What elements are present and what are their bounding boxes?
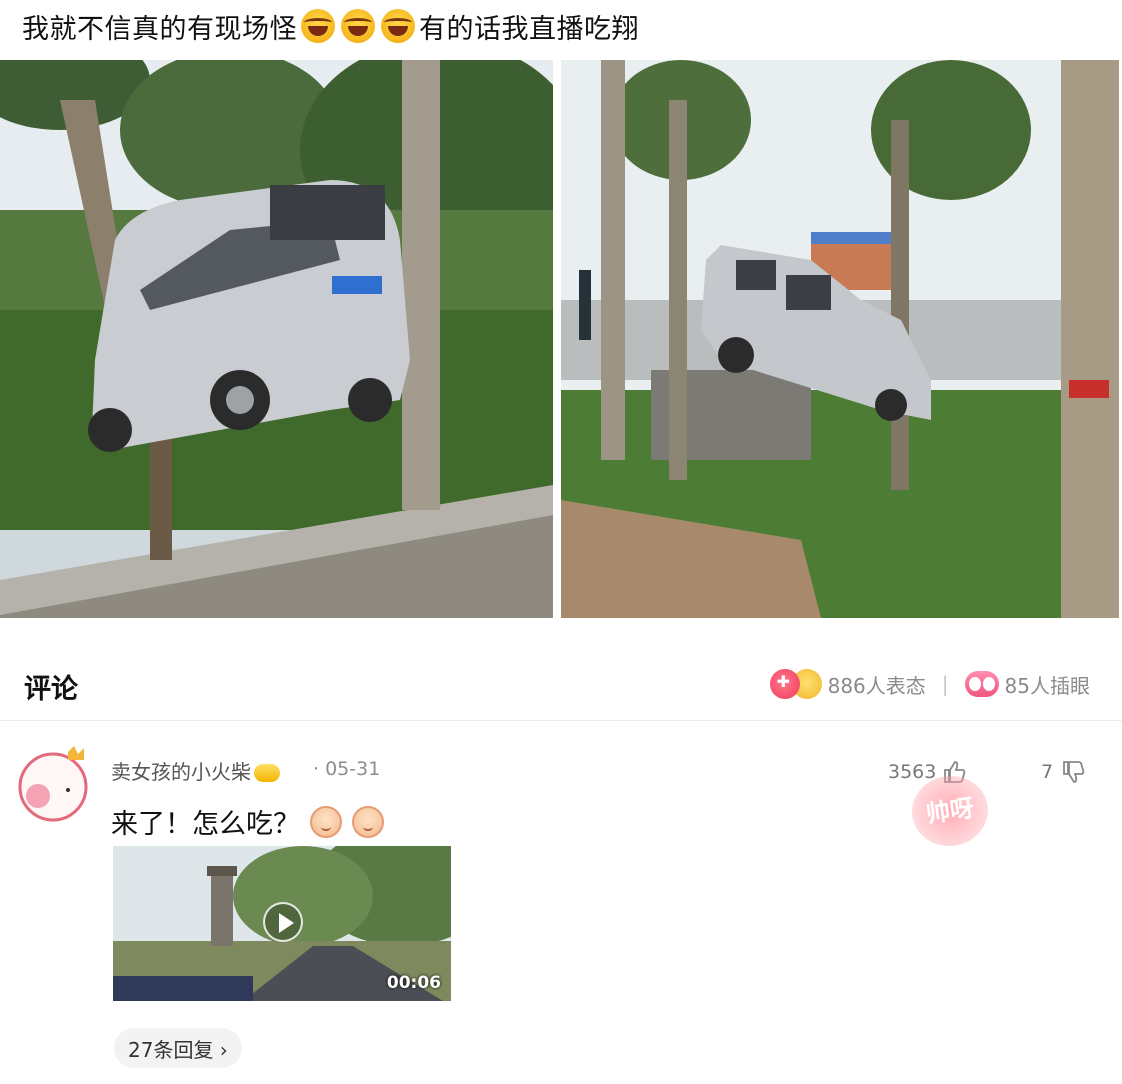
divider: | (941, 672, 949, 696)
dislike-count: 7 (1041, 761, 1054, 783)
post-title-text-end: 有的话我直播吃翔 (419, 13, 639, 45)
laughing-emoji-icon (341, 9, 375, 43)
comment-text: 来了！怎么吃？ (111, 809, 300, 840)
like-reaction-icon (769, 669, 800, 699)
play-icon[interactable] (263, 902, 303, 942)
user-level-badge-icon (254, 763, 280, 782)
comment-date: · 05-31 (313, 758, 381, 780)
thumbs-down-icon (1059, 758, 1087, 786)
comments-title: 评论 (24, 674, 78, 705)
laughing-emoji-icon (381, 9, 415, 43)
comment-username[interactable]: 卖女孩的小火柴 (111, 756, 280, 785)
view-replies-button[interactable]: 27条回复 › (114, 1028, 242, 1068)
reaction-count: 886人表态 (827, 673, 926, 698)
comments-header: 评论 886人表态 | 85人插眼 (0, 645, 1122, 721)
eye-roll-count: 85人插眼 (1004, 673, 1090, 698)
post-photo-1[interactable] (0, 60, 553, 618)
comment-video[interactable]: 00:06 (113, 846, 451, 1001)
eyes-icon (964, 671, 999, 697)
like-count: 3563 (888, 761, 937, 783)
avatar[interactable] (16, 746, 90, 824)
replies-label: 27条回复 › (128, 1037, 228, 1062)
face-emoji-icon (352, 805, 384, 838)
dislike-button[interactable]: 7 (1041, 758, 1087, 786)
video-duration: 00:06 (386, 973, 441, 993)
comment-body: 来了！怎么吃？ (111, 802, 384, 841)
post-photo-2[interactable] (561, 60, 1119, 618)
username-text: 卖女孩的小火柴 (111, 760, 251, 784)
laughing-emoji-icon (301, 9, 335, 43)
post-title: 我就不信真的有现场怪 有的话我直播吃翔 (22, 6, 639, 46)
post-title-text-start: 我就不信真的有现场怪 (22, 13, 297, 45)
face-emoji-icon (310, 805, 342, 838)
reaction-summary[interactable]: 886人表态 | 85人插眼 (769, 669, 1090, 699)
